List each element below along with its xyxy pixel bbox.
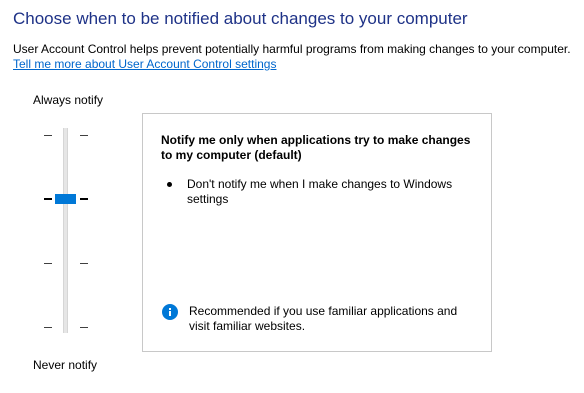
uac-help-link[interactable]: Tell me more about User Account Control … xyxy=(13,57,276,72)
slider-tick xyxy=(80,263,88,264)
slider-thumb[interactable] xyxy=(55,194,76,204)
slider-label-never-notify: Never notify xyxy=(33,358,98,372)
setting-bullet-text: Don't notify me when I make changes to W… xyxy=(187,177,453,206)
setting-heading: Notify me only when applications try to … xyxy=(161,133,471,162)
slider-tick xyxy=(80,135,88,136)
setting-description-panel: Notify me only when applications try to … xyxy=(142,113,492,352)
slider-track[interactable] xyxy=(63,128,68,333)
slider-tick xyxy=(44,135,52,136)
page-description: User Account Control helps prevent poten… xyxy=(13,42,571,56)
bullet-icon xyxy=(167,182,172,187)
info-icon xyxy=(162,304,178,320)
slider-tick xyxy=(44,263,52,264)
slider-label-always-notify: Always notify xyxy=(33,93,104,107)
slider-tick xyxy=(44,327,52,328)
slider-tick xyxy=(80,327,88,328)
page-title: Choose when to be notified about changes… xyxy=(13,9,468,28)
slider-tick xyxy=(80,198,88,200)
notification-level-slider[interactable] xyxy=(40,128,92,334)
recommendation-text: Recommended if you use familiar applicat… xyxy=(189,304,458,333)
slider-tick xyxy=(44,198,52,200)
